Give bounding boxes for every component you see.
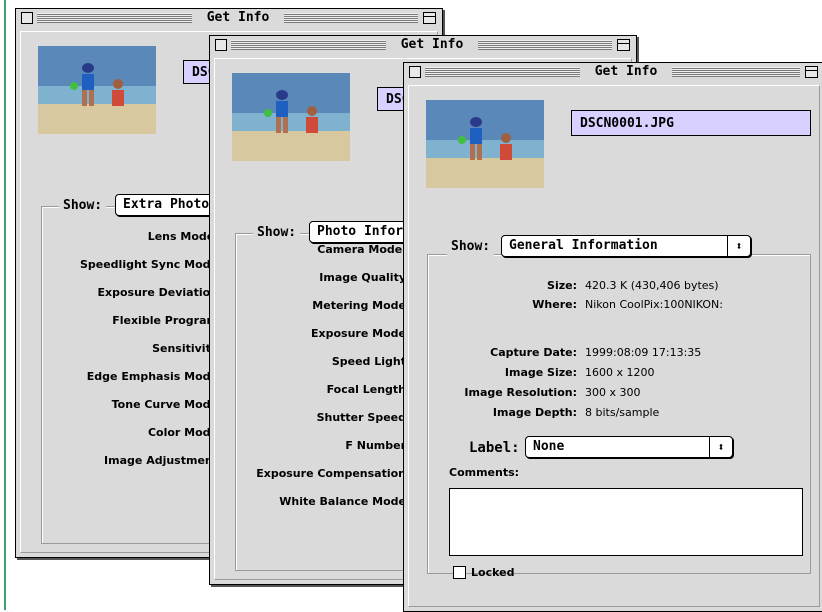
size-value: 420.3 K (430,406 bytes) (585, 279, 719, 292)
field-label: F Number (345, 439, 406, 452)
image-resolution-label: Image Resolution: (464, 386, 577, 399)
window-title: Get Info (580, 64, 672, 80)
locked-label: Locked (471, 566, 515, 579)
field-label: Camera Model (317, 243, 406, 256)
field-label: Tone Curve Mode (111, 398, 218, 411)
field-label: Lens Model (147, 230, 218, 243)
comments-label: Comments: (449, 466, 520, 479)
comments-field[interactable] (449, 488, 803, 556)
where-label: Where: (532, 298, 577, 311)
close-box[interactable] (215, 39, 227, 51)
show-label: Show: (59, 195, 107, 217)
get-info-window-3[interactable]: Get Info DSCN0001.JPG Show: General Info… (403, 62, 822, 612)
show-popup-value: General Information (509, 238, 658, 253)
window-content: DSCN0001.JPG Show: General Information ⬍… (408, 85, 820, 607)
photo-thumbnail (232, 73, 350, 161)
window-title: Get Info (192, 10, 284, 26)
image-depth-value: 8 bits/sample (585, 406, 660, 419)
image-resolution-value: 300 x 300 (585, 386, 641, 399)
show-popup-value: Extra Photo (123, 197, 210, 212)
photo-thumbnail (426, 100, 544, 188)
capture-date-label: Capture Date: (490, 346, 577, 359)
popup-arrows-icon: ⬍ (727, 236, 750, 256)
filename-field[interactable]: DSCN0001.JPG (571, 110, 811, 136)
field-label: Metering Mode (312, 299, 406, 312)
photo-thumbnail (38, 46, 156, 134)
field-label: Speedlight Sync Mode (79, 258, 218, 271)
where-value: Nikon CoolPix:100NIKON: (585, 298, 723, 311)
field-label: Shutter Speed (316, 411, 406, 424)
field-label: Image Adjustment (104, 454, 218, 467)
show-popup[interactable]: General Information ⬍ (501, 235, 751, 257)
show-popup-value: Photo Infor (317, 224, 404, 239)
close-box[interactable] (21, 12, 33, 24)
locked-checkbox[interactable] (453, 566, 466, 579)
left-edge-line (4, 0, 6, 610)
field-label: Focal Length (326, 383, 406, 396)
label-label: Label: (469, 440, 520, 456)
field-label: Image Quality (319, 271, 406, 284)
close-box[interactable] (409, 66, 421, 78)
zoom-box[interactable] (805, 66, 818, 78)
label-popup[interactable]: None ⬍ (525, 436, 733, 458)
window-title: Get Info (386, 37, 478, 53)
show-label: Show: (253, 222, 301, 244)
field-label: White Balance Mode (279, 495, 406, 508)
zoom-box[interactable] (423, 12, 436, 24)
field-label: Edge Emphasis Mode (86, 370, 218, 383)
image-size-label: Image Size: (504, 366, 577, 379)
image-depth-label: Image Depth: (492, 406, 577, 419)
capture-date-value: 1999:08:09 17:13:35 (585, 346, 702, 359)
field-label: Flexible Program (112, 314, 218, 327)
label-popup-value: None (533, 439, 565, 454)
field-label: Exposure Deviation (97, 286, 218, 299)
field-label: Color Mode (147, 426, 218, 439)
image-size-value: 1600 x 1200 (585, 366, 655, 379)
size-label: Size: (547, 279, 577, 292)
field-label: Exposure Compensation (256, 467, 406, 480)
show-label: Show: (447, 236, 495, 258)
field-label: Exposure Mode (311, 327, 406, 340)
zoom-box[interactable] (617, 39, 630, 51)
field-label: Speed Light (331, 355, 406, 368)
popup-arrows-icon: ⬍ (709, 437, 732, 457)
